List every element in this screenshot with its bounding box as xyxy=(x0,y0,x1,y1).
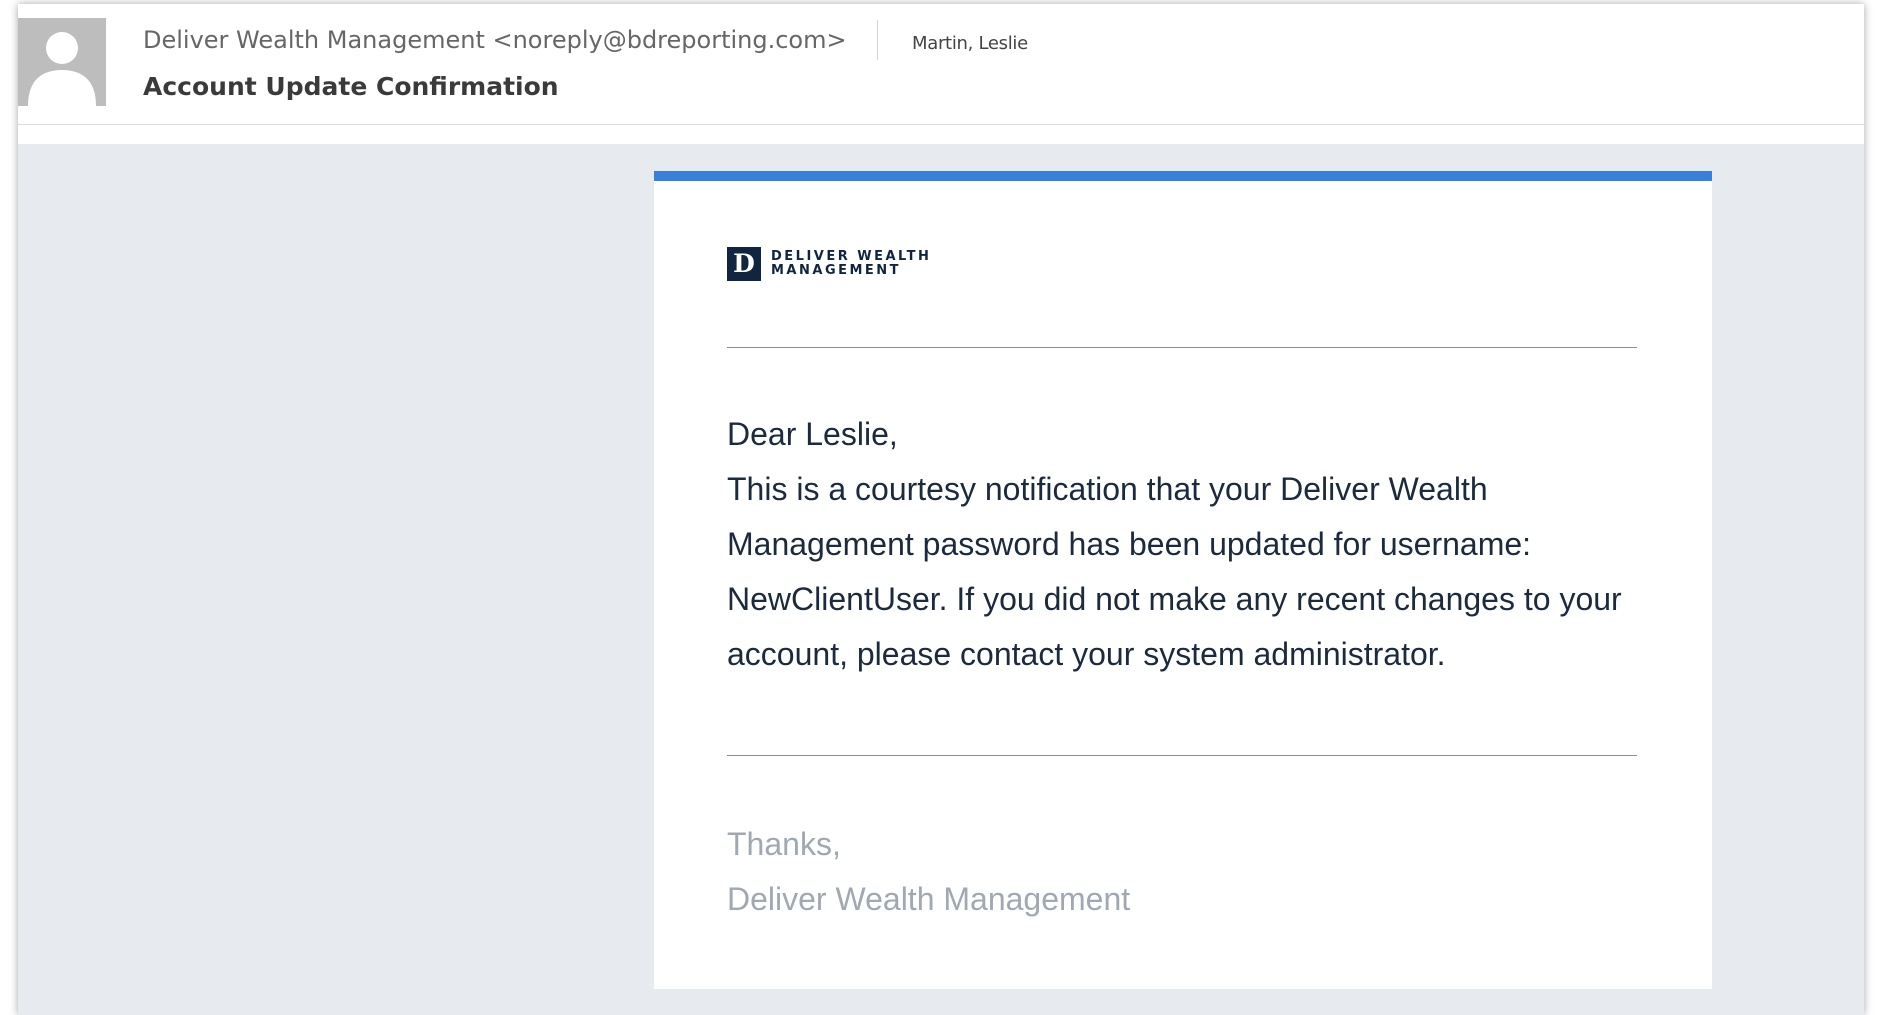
top-divider xyxy=(727,347,1637,348)
recipient-name[interactable]: Martin, Leslie xyxy=(912,33,1028,54)
signoff: Thanks, Deliver Wealth Management xyxy=(727,817,1637,927)
message-header: Deliver Wealth Management <noreply@bdrep… xyxy=(18,4,1864,125)
sender-avatar[interactable] xyxy=(18,18,106,106)
company-logo: D DELIVER WEALTH MANAGEMENT xyxy=(727,247,941,281)
signature: Deliver Wealth Management xyxy=(727,881,1131,917)
bottom-divider xyxy=(727,755,1637,756)
closing: Thanks, xyxy=(727,826,841,862)
logo-wordmark: DELIVER WEALTH MANAGEMENT xyxy=(771,250,941,278)
email-card: D DELIVER WEALTH MANAGEMENT Dear Leslie,… xyxy=(654,171,1712,989)
logo-line-2: MANAGEMENT xyxy=(771,263,902,278)
message-content: Dear Leslie, This is a courtesy notifica… xyxy=(727,407,1637,682)
logo-line-1: DELIVER WEALTH xyxy=(771,249,932,264)
sender-name[interactable]: Deliver Wealth Management <noreply@bdrep… xyxy=(143,26,847,54)
person-silhouette-icon xyxy=(18,18,106,106)
email-subject: Account Update Confirmation xyxy=(143,72,559,101)
email-body-background: D DELIVER WEALTH MANAGEMENT Dear Leslie,… xyxy=(18,144,1864,1015)
email-reading-pane: Deliver Wealth Management <noreply@bdrep… xyxy=(18,4,1864,1015)
logo-mark: D xyxy=(727,247,761,281)
header-divider xyxy=(877,20,878,60)
message-body: This is a courtesy notification that you… xyxy=(727,471,1622,672)
greeting: Dear Leslie, xyxy=(727,416,898,452)
